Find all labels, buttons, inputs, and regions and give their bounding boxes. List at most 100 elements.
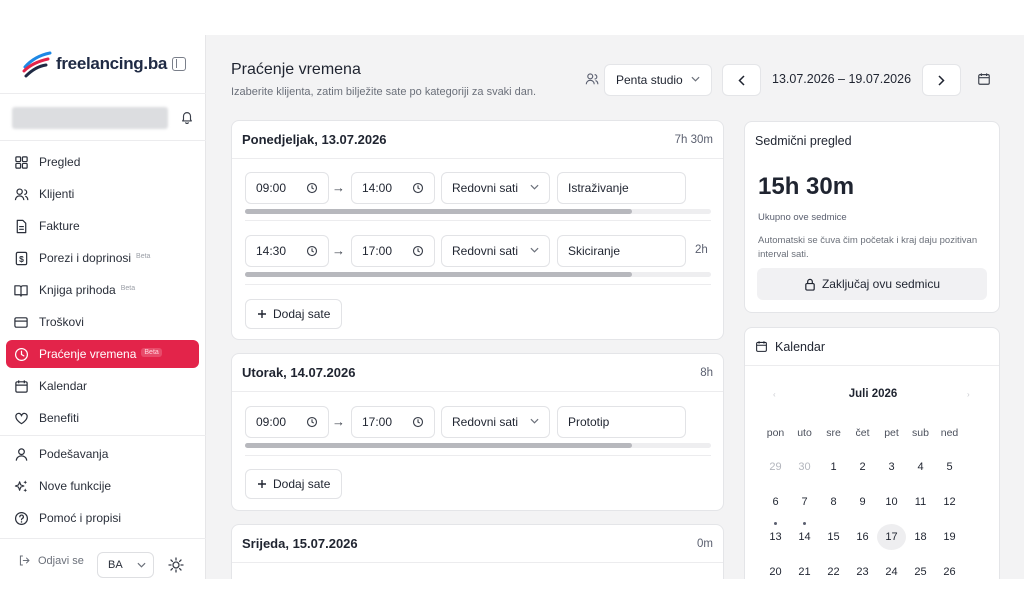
calendar-day[interactable]: 10 xyxy=(877,489,906,515)
svg-text:$: $ xyxy=(19,253,24,263)
end-time-input[interactable]: 14:00 xyxy=(351,172,435,204)
chevron-down-icon xyxy=(530,418,539,424)
calendar-day[interactable]: 9 xyxy=(848,489,877,515)
sidebar-item-klijenti[interactable]: Klijenti xyxy=(6,180,199,208)
sidebar-item-label: Benefiti xyxy=(39,411,80,425)
bell-icon[interactable] xyxy=(180,110,194,124)
user-icon xyxy=(13,446,29,462)
weekday-label: sre xyxy=(826,427,841,439)
grid-icon xyxy=(13,154,29,170)
calendar-day[interactable]: 7 xyxy=(790,489,819,515)
calendar-day[interactable]: 16 xyxy=(848,524,877,550)
language-select[interactable]: BA xyxy=(97,552,154,578)
end-time-value: 14:00 xyxy=(362,181,393,195)
calendar-day[interactable]: 30 xyxy=(790,454,819,480)
sidebar-item-pomoc[interactable]: Pomoć i propisi xyxy=(6,504,199,532)
day-title: Utorak, 14.07.2026 xyxy=(242,365,356,380)
sidebar-item-label: Knjiga prihoda xyxy=(39,283,116,297)
category-select[interactable]: Redovni sati xyxy=(441,172,550,204)
sidebar-item-knjiga-prihoda[interactable]: Knjiga prihoda Beta xyxy=(6,276,199,304)
sidebar: freelancing.ba Pregled Klijenti Fakture … xyxy=(0,35,206,579)
progress-fill xyxy=(245,272,632,277)
calendar-day[interactable]: 3 xyxy=(877,454,906,480)
client-select[interactable]: Penta studio xyxy=(604,64,712,96)
calendar-day[interactable]: 13 xyxy=(761,522,790,550)
calendar-day[interactable]: 18 xyxy=(906,524,935,550)
category-select[interactable]: Redovni sati xyxy=(441,235,550,267)
calendar-day[interactable]: 26 xyxy=(935,559,964,579)
calendar-day[interactable]: 6 xyxy=(761,489,790,515)
logout-label: Odjavi se xyxy=(38,554,84,567)
divider xyxy=(245,455,711,456)
task-input[interactable]: Prototip xyxy=(557,406,686,438)
task-input[interactable]: Istraživanje xyxy=(557,172,686,204)
calendar-day[interactable]: 17 xyxy=(877,524,906,550)
sidebar-item-label: Kalendar xyxy=(39,379,88,393)
clock-icon xyxy=(306,416,318,428)
end-time-value: 17:00 xyxy=(362,415,393,429)
calendar-day[interactable]: 1 xyxy=(819,454,848,480)
calendar-day[interactable]: 12 xyxy=(935,489,964,515)
week-date-range: 13.07.2026 – 19.07.2026 xyxy=(772,72,912,86)
sidebar-item-pracenje-vremena[interactable]: Praćenje vremena Beta xyxy=(6,340,199,368)
sidebar-item-podesavanja[interactable]: Podešavanja xyxy=(6,440,199,468)
sidebar-item-fakture[interactable]: Fakture xyxy=(6,212,199,240)
calendar-day[interactable]: 2 xyxy=(848,454,877,480)
lock-week-button[interactable]: Zaključaj ovu sedmicu xyxy=(757,268,987,300)
sidebar-item-porezi[interactable]: $ Porezi i doprinosi Beta xyxy=(6,244,199,272)
task-input[interactable]: Skiciranje xyxy=(557,235,686,267)
sidebar-item-troskovi[interactable]: Troškovi xyxy=(6,308,199,336)
previous-week-button[interactable] xyxy=(722,64,761,96)
end-time-input[interactable]: 17:00 xyxy=(351,235,435,267)
calendar-day[interactable]: 23 xyxy=(848,559,877,579)
calendar-icon[interactable] xyxy=(977,72,991,86)
calendar-day[interactable]: 5 xyxy=(935,454,964,480)
sidebar-item-pregled[interactable]: Pregled xyxy=(6,148,199,176)
start-time-input[interactable]: 14:30 xyxy=(245,235,329,267)
next-week-button[interactable] xyxy=(922,64,961,96)
sidebar-collapse-icon[interactable] xyxy=(172,57,186,71)
sidebar-item-nove-funkcije[interactable]: Nove funkcije xyxy=(6,472,199,500)
start-time-input[interactable]: 09:00 xyxy=(245,406,329,438)
calendar-day[interactable]: 20 xyxy=(761,559,790,579)
file-icon xyxy=(13,218,29,234)
day-card-header: Srijeda, 15.07.2026 0m xyxy=(232,525,723,563)
logout-button[interactable]: Odjavi se xyxy=(18,554,84,567)
day-total: 8h xyxy=(700,366,713,379)
calendar-header: Kalendar xyxy=(745,328,999,366)
weekday-label: ned xyxy=(940,427,959,439)
calendar-day[interactable]: 8 xyxy=(819,489,848,515)
calendar-day[interactable]: 24 xyxy=(877,559,906,579)
calendar-day[interactable]: 22 xyxy=(819,559,848,579)
calendar-day[interactable]: 14 xyxy=(790,522,819,550)
calendar-title: Kalendar xyxy=(775,339,826,354)
user-profile[interactable] xyxy=(12,104,197,130)
task-value: Prototip xyxy=(568,415,610,429)
calendar-day[interactable]: 21 xyxy=(790,559,819,579)
sidebar-item-benefiti[interactable]: Benefiti xyxy=(6,404,199,432)
sun-icon[interactable] xyxy=(168,557,184,573)
brand-logo[interactable]: freelancing.ba xyxy=(22,49,167,79)
sidebar-item-label: Pregled xyxy=(39,155,81,169)
next-month-button[interactable]: › xyxy=(967,390,970,399)
calendar-day[interactable]: 19 xyxy=(935,524,964,550)
calendar-day[interactable]: 25 xyxy=(906,559,935,579)
weekly-summary-title: Sedmični pregled xyxy=(755,134,852,148)
calendar-icon xyxy=(13,378,29,394)
progress-fill xyxy=(245,209,632,214)
calendar-day[interactable]: 11 xyxy=(906,489,935,515)
end-time-input[interactable]: 17:00 xyxy=(351,406,435,438)
event-dot xyxy=(774,522,777,525)
calendar-day[interactable]: 15 xyxy=(819,524,848,550)
calendar-day[interactable]: 4 xyxy=(906,454,935,480)
add-hours-button[interactable]: Dodaj sate xyxy=(245,469,343,499)
day-title: Ponedjeljak, 13.07.2026 xyxy=(242,132,387,147)
sidebar-item-kalendar[interactable]: Kalendar xyxy=(6,372,199,400)
weekday-label: pet xyxy=(884,427,899,439)
start-time-input[interactable]: 09:00 xyxy=(245,172,329,204)
category-select[interactable]: Redovni sati xyxy=(441,406,550,438)
add-hours-button[interactable]: Dodaj sate xyxy=(245,299,343,329)
add-hours-label: Dodaj sate xyxy=(273,477,331,491)
weekday-label: sub xyxy=(912,427,929,439)
calendar-day[interactable]: 29 xyxy=(761,454,790,480)
